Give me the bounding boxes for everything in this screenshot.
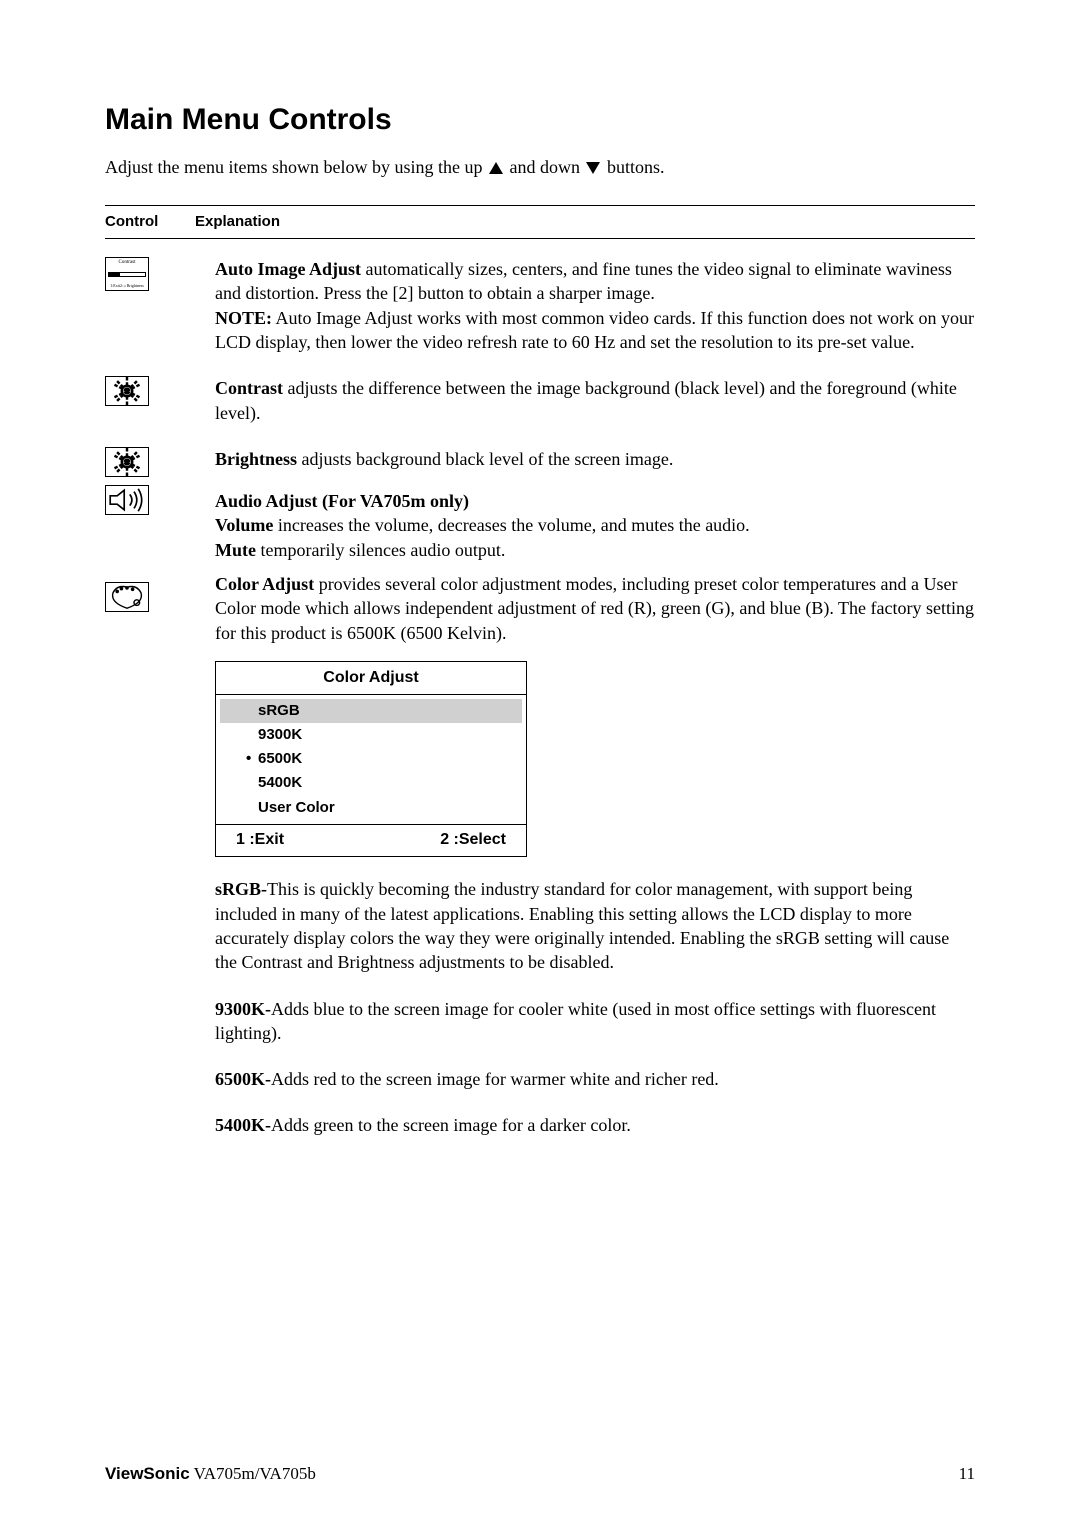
ca-exit: 1 :Exit bbox=[236, 829, 284, 851]
note-text: Auto Image Adjust works with most common… bbox=[215, 308, 974, 352]
color-text: provides several color adjustment modes,… bbox=[215, 574, 974, 643]
row-brightness: Brightness adjusts background black leve… bbox=[105, 447, 975, 562]
icon-col bbox=[105, 447, 215, 562]
footer-brand: ViewSonic bbox=[105, 1464, 190, 1483]
srgb-text: This is quickly becoming the industry st… bbox=[215, 879, 949, 972]
ca-item: •6500K bbox=[216, 747, 526, 771]
icon-col bbox=[105, 572, 215, 1160]
color-adjust-menu: Color Adjust sRGB9300K•6500K5400KUser Co… bbox=[215, 661, 527, 857]
ca-item-label: 9300K bbox=[258, 726, 302, 743]
icon-col bbox=[105, 376, 215, 425]
brightness-text: adjusts background black level of the sc… bbox=[297, 449, 673, 469]
icon-col: Contrast 1:Exit2:☼Brightness bbox=[105, 257, 215, 354]
k6500-text: Adds red to the screen image for warmer … bbox=[271, 1069, 719, 1089]
row-contrast: Contrast adjusts the difference between … bbox=[105, 376, 975, 425]
row-auto-image: Contrast 1:Exit2:☼Brightness Auto Image … bbox=[105, 257, 975, 354]
ca-marker: • bbox=[246, 749, 258, 769]
controls-table: Control Explanation Contrast 1:Exit2:☼Br… bbox=[105, 205, 975, 1160]
page-footer: ViewSonic VA705m/VA705b 11 bbox=[105, 1463, 975, 1486]
footer-model: VA705m/VA705b bbox=[190, 1464, 316, 1483]
k5400-title: 5400K- bbox=[215, 1115, 271, 1135]
k6500-title: 6500K- bbox=[215, 1069, 271, 1089]
ca-item: User Color bbox=[216, 796, 526, 820]
brightness-icon bbox=[105, 447, 149, 477]
row-color: Color Adjust provides several color adju… bbox=[105, 572, 975, 1160]
mute-label: Mute bbox=[215, 540, 256, 560]
note-label: NOTE: bbox=[215, 308, 272, 328]
volume-label: Volume bbox=[215, 515, 273, 535]
footer-page: 11 bbox=[959, 1463, 975, 1486]
auto-image-icon: Contrast 1:Exit2:☼Brightness bbox=[105, 257, 149, 291]
color-title: Color Adjust bbox=[215, 574, 314, 594]
ca-item: 9300K bbox=[216, 723, 526, 747]
ca-select: 2 :Select bbox=[440, 829, 506, 851]
srgb-title: sRGB- bbox=[215, 879, 267, 899]
contrast-icon bbox=[105, 376, 149, 406]
ca-title: Color Adjust bbox=[216, 662, 526, 695]
table-header: Control Explanation bbox=[105, 205, 975, 239]
up-triangle-icon bbox=[489, 162, 503, 174]
audio-icon bbox=[105, 485, 149, 515]
ca-footer: 1 :Exit 2 :Select bbox=[216, 825, 526, 857]
ca-item: 5400K bbox=[216, 771, 526, 795]
contrast-text: adjusts the difference between the image… bbox=[215, 378, 957, 422]
audio-title: Audio Adjust (For VA705m only) bbox=[215, 491, 469, 511]
text-col: Auto Image Adjust automatically sizes, c… bbox=[215, 257, 975, 354]
ca-item-label: 5400K bbox=[258, 774, 302, 791]
ca-item-label: sRGB bbox=[258, 702, 300, 719]
page-title: Main Menu Controls bbox=[105, 100, 975, 141]
ca-item-label: User Color bbox=[258, 799, 335, 816]
mute-text: temporarily silences audio output. bbox=[256, 540, 505, 560]
footer-left: ViewSonic VA705m/VA705b bbox=[105, 1463, 316, 1486]
th-explanation: Explanation bbox=[195, 212, 280, 232]
volume-text: increases the volume, decreases the volu… bbox=[273, 515, 749, 535]
k9300-title: 9300K- bbox=[215, 999, 271, 1019]
ca-body: sRGB9300K•6500K5400KUser Color bbox=[216, 695, 526, 825]
down-triangle-icon bbox=[586, 162, 600, 174]
color-adjust-icon bbox=[105, 582, 149, 612]
text-col: Contrast adjusts the difference between … bbox=[215, 376, 975, 425]
intro-text: Adjust the menu items shown below by usi… bbox=[105, 155, 975, 179]
intro-mid: and down bbox=[505, 157, 585, 177]
ca-item: sRGB bbox=[220, 699, 522, 723]
text-col: Brightness adjusts background black leve… bbox=[215, 447, 975, 562]
intro-post: buttons. bbox=[602, 157, 664, 177]
brightness-title: Brightness bbox=[215, 449, 297, 469]
intro-pre: Adjust the menu items shown below by usi… bbox=[105, 157, 487, 177]
contrast-title: Contrast bbox=[215, 378, 283, 398]
k5400-text: Adds green to the screen image for a dar… bbox=[271, 1115, 631, 1135]
th-control: Control bbox=[105, 212, 195, 232]
auto-image-title: Auto Image Adjust bbox=[215, 259, 361, 279]
ca-item-label: 6500K bbox=[258, 750, 302, 767]
k9300-text: Adds blue to the screen image for cooler… bbox=[215, 999, 936, 1043]
text-col: Color Adjust provides several color adju… bbox=[215, 572, 975, 1160]
